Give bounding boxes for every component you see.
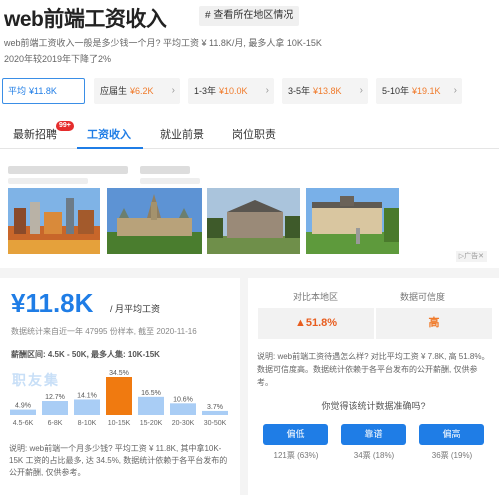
vote-low-button[interactable]: 偏低 bbox=[263, 424, 328, 445]
chart-bar-30-50K bbox=[202, 410, 228, 415]
tab-latest-jobs[interactable]: 最新招聘 bbox=[13, 126, 57, 142]
tab-bar: 最新招聘 工资收入 就业前景 岗位职责 bbox=[0, 120, 499, 149]
chip-label: 5-10年 bbox=[382, 86, 410, 96]
ad-photo-palace bbox=[306, 188, 399, 254]
tab-salary[interactable]: 工资收入 bbox=[87, 126, 131, 142]
active-tab-indicator bbox=[77, 147, 143, 149]
salary-card: ¥11.8K / 月平均工资 数据统计来自近一年 47995 份样本, 截至 2… bbox=[0, 278, 240, 495]
chart-bar-6-8K bbox=[42, 401, 68, 415]
tab-duties[interactable]: 岗位职责 bbox=[232, 126, 276, 142]
chart-value-label: 34.5% bbox=[109, 370, 129, 377]
vote-low-count: 121票 (63%) bbox=[273, 451, 319, 460]
chip-fresh-graduate[interactable]: 应届生 ¥6.2K › bbox=[94, 78, 180, 104]
blurred-ad-text bbox=[8, 178, 88, 184]
blurred-ad-text bbox=[140, 178, 200, 184]
vote-high-count: 36票 (19%) bbox=[431, 451, 473, 460]
chip-salary: ¥13.8K bbox=[313, 86, 342, 96]
chart-bar-8-10K bbox=[74, 399, 100, 415]
ad-photo-cityscape bbox=[8, 188, 100, 254]
compare-region-label: 对比本地区 bbox=[293, 292, 339, 302]
chevron-right-icon: › bbox=[265, 85, 269, 96]
ad-label[interactable]: ▷广告✕ bbox=[455, 251, 487, 262]
vote-high-button[interactable]: 偏高 bbox=[419, 424, 484, 445]
chart-category-label: 15-20K bbox=[140, 420, 163, 427]
credibility-value: 高 bbox=[376, 308, 492, 339]
chart-bar-10-15K bbox=[106, 377, 132, 415]
page-title: web前端工资收入 bbox=[4, 8, 167, 31]
salary-explanation: 说明: web前端一个月多少钱? 平均工资 ¥ 11.8K, 其中拿10K-15… bbox=[9, 444, 228, 477]
chart-category-label: 6-8K bbox=[48, 420, 63, 427]
average-salary-unit: / 月平均工资 bbox=[110, 304, 161, 314]
chart-value-label: 16.5% bbox=[141, 390, 161, 397]
chip-3-5-years[interactable]: 3-5年 ¥13.8K › bbox=[282, 78, 368, 104]
chart-value-label: 12.7% bbox=[45, 394, 65, 401]
ad-photo-parliament bbox=[107, 188, 202, 254]
comparison-explanation: 说明: web前端工资待遇怎么样? 对比平均工资 ¥ 7.8K, 高 51.8%… bbox=[257, 352, 490, 387]
chevron-right-icon: › bbox=[453, 85, 457, 96]
chip-label: 3-5年 bbox=[288, 86, 311, 96]
chart-category-label: 30-50K bbox=[204, 420, 227, 427]
chart-category-label: 4.5-6K bbox=[13, 420, 34, 427]
credibility-label: 数据可信度 bbox=[400, 292, 446, 302]
tab-prospects[interactable]: 就业前景 bbox=[160, 126, 204, 142]
region-link-button[interactable]: # 查看所在地区情况 bbox=[199, 6, 300, 26]
sample-info: 数据统计来自近一年 47995 份样本, 截至 2020-11-16 bbox=[11, 327, 197, 336]
chip-1-3-years[interactable]: 1-3年 ¥10.0K › bbox=[188, 78, 274, 104]
chip-salary: ¥19.1K bbox=[412, 86, 441, 96]
chip-salary: ¥10.0K bbox=[219, 86, 248, 96]
compare-region-value: ▲51.8% bbox=[258, 308, 374, 339]
salary-range: 薪酬区间: 4.5K - 50K, 最多人集: 10K-15K bbox=[11, 350, 160, 359]
chart-category-label: 20-30K bbox=[172, 420, 195, 427]
salary-distribution-chart: 4.9% 4.5-6K 12.7% 6-8K 14.1% 8-10K 34.5% 10-15K… bbox=[10, 370, 228, 427]
blurred-ad-text bbox=[8, 166, 128, 174]
chart-bar-4.5-6K bbox=[10, 409, 36, 415]
notification-badge: 99+ bbox=[56, 121, 74, 131]
vote-question: 你觉得该统计数据准确吗? bbox=[321, 401, 426, 411]
average-salary-value: ¥11.8K bbox=[11, 288, 94, 318]
chip-label: 平均 bbox=[8, 86, 27, 96]
chart-value-label: 4.9% bbox=[15, 403, 31, 410]
salary-description: web前端工资收入一般是多少钱一个月? 平均工资 ¥ 11.8K/月, 最多人拿… bbox=[4, 35, 364, 67]
chip-5-10-years[interactable]: 5-10年 ¥19.1K › bbox=[376, 78, 462, 104]
chart-category-label: 8-10K bbox=[78, 420, 97, 427]
vote-accurate-count: 34票 (18%) bbox=[353, 451, 395, 460]
description-trend: 2020年较2019年下降了2% bbox=[4, 54, 112, 64]
chart-bar-20-30K bbox=[170, 403, 196, 415]
chart-category-label: 10-15K bbox=[108, 420, 131, 427]
ad-banner[interactable]: ▷广告✕ bbox=[0, 156, 499, 268]
chart-value-label: 10.6% bbox=[173, 396, 193, 403]
chip-average[interactable]: 平均 ¥11.8K bbox=[2, 78, 85, 104]
chip-salary: ¥11.8K bbox=[29, 86, 57, 96]
vote-accurate-button[interactable]: 靠谱 bbox=[341, 424, 406, 445]
chip-label: 应届生 bbox=[100, 86, 128, 96]
chevron-right-icon: › bbox=[359, 85, 363, 96]
chevron-right-icon: › bbox=[171, 85, 175, 96]
ad-photo-manor bbox=[207, 188, 300, 254]
chip-label: 1-3年 bbox=[194, 86, 217, 96]
description-line: web前端工资收入一般是多少钱一个月? 平均工资 ¥ 11.8K/月, 最多人拿… bbox=[4, 38, 322, 48]
chart-value-label: 3.7% bbox=[207, 404, 223, 411]
chart-value-label: 14.1% bbox=[77, 392, 97, 399]
chart-bar-15-20K bbox=[138, 396, 164, 415]
chip-salary: ¥6.2K bbox=[130, 86, 154, 96]
blurred-ad-text bbox=[140, 166, 190, 174]
comparison-card: 对比本地区 数据可信度 ▲51.8% 高 说明: web前端工资待遇怎么样? 对… bbox=[248, 278, 499, 495]
